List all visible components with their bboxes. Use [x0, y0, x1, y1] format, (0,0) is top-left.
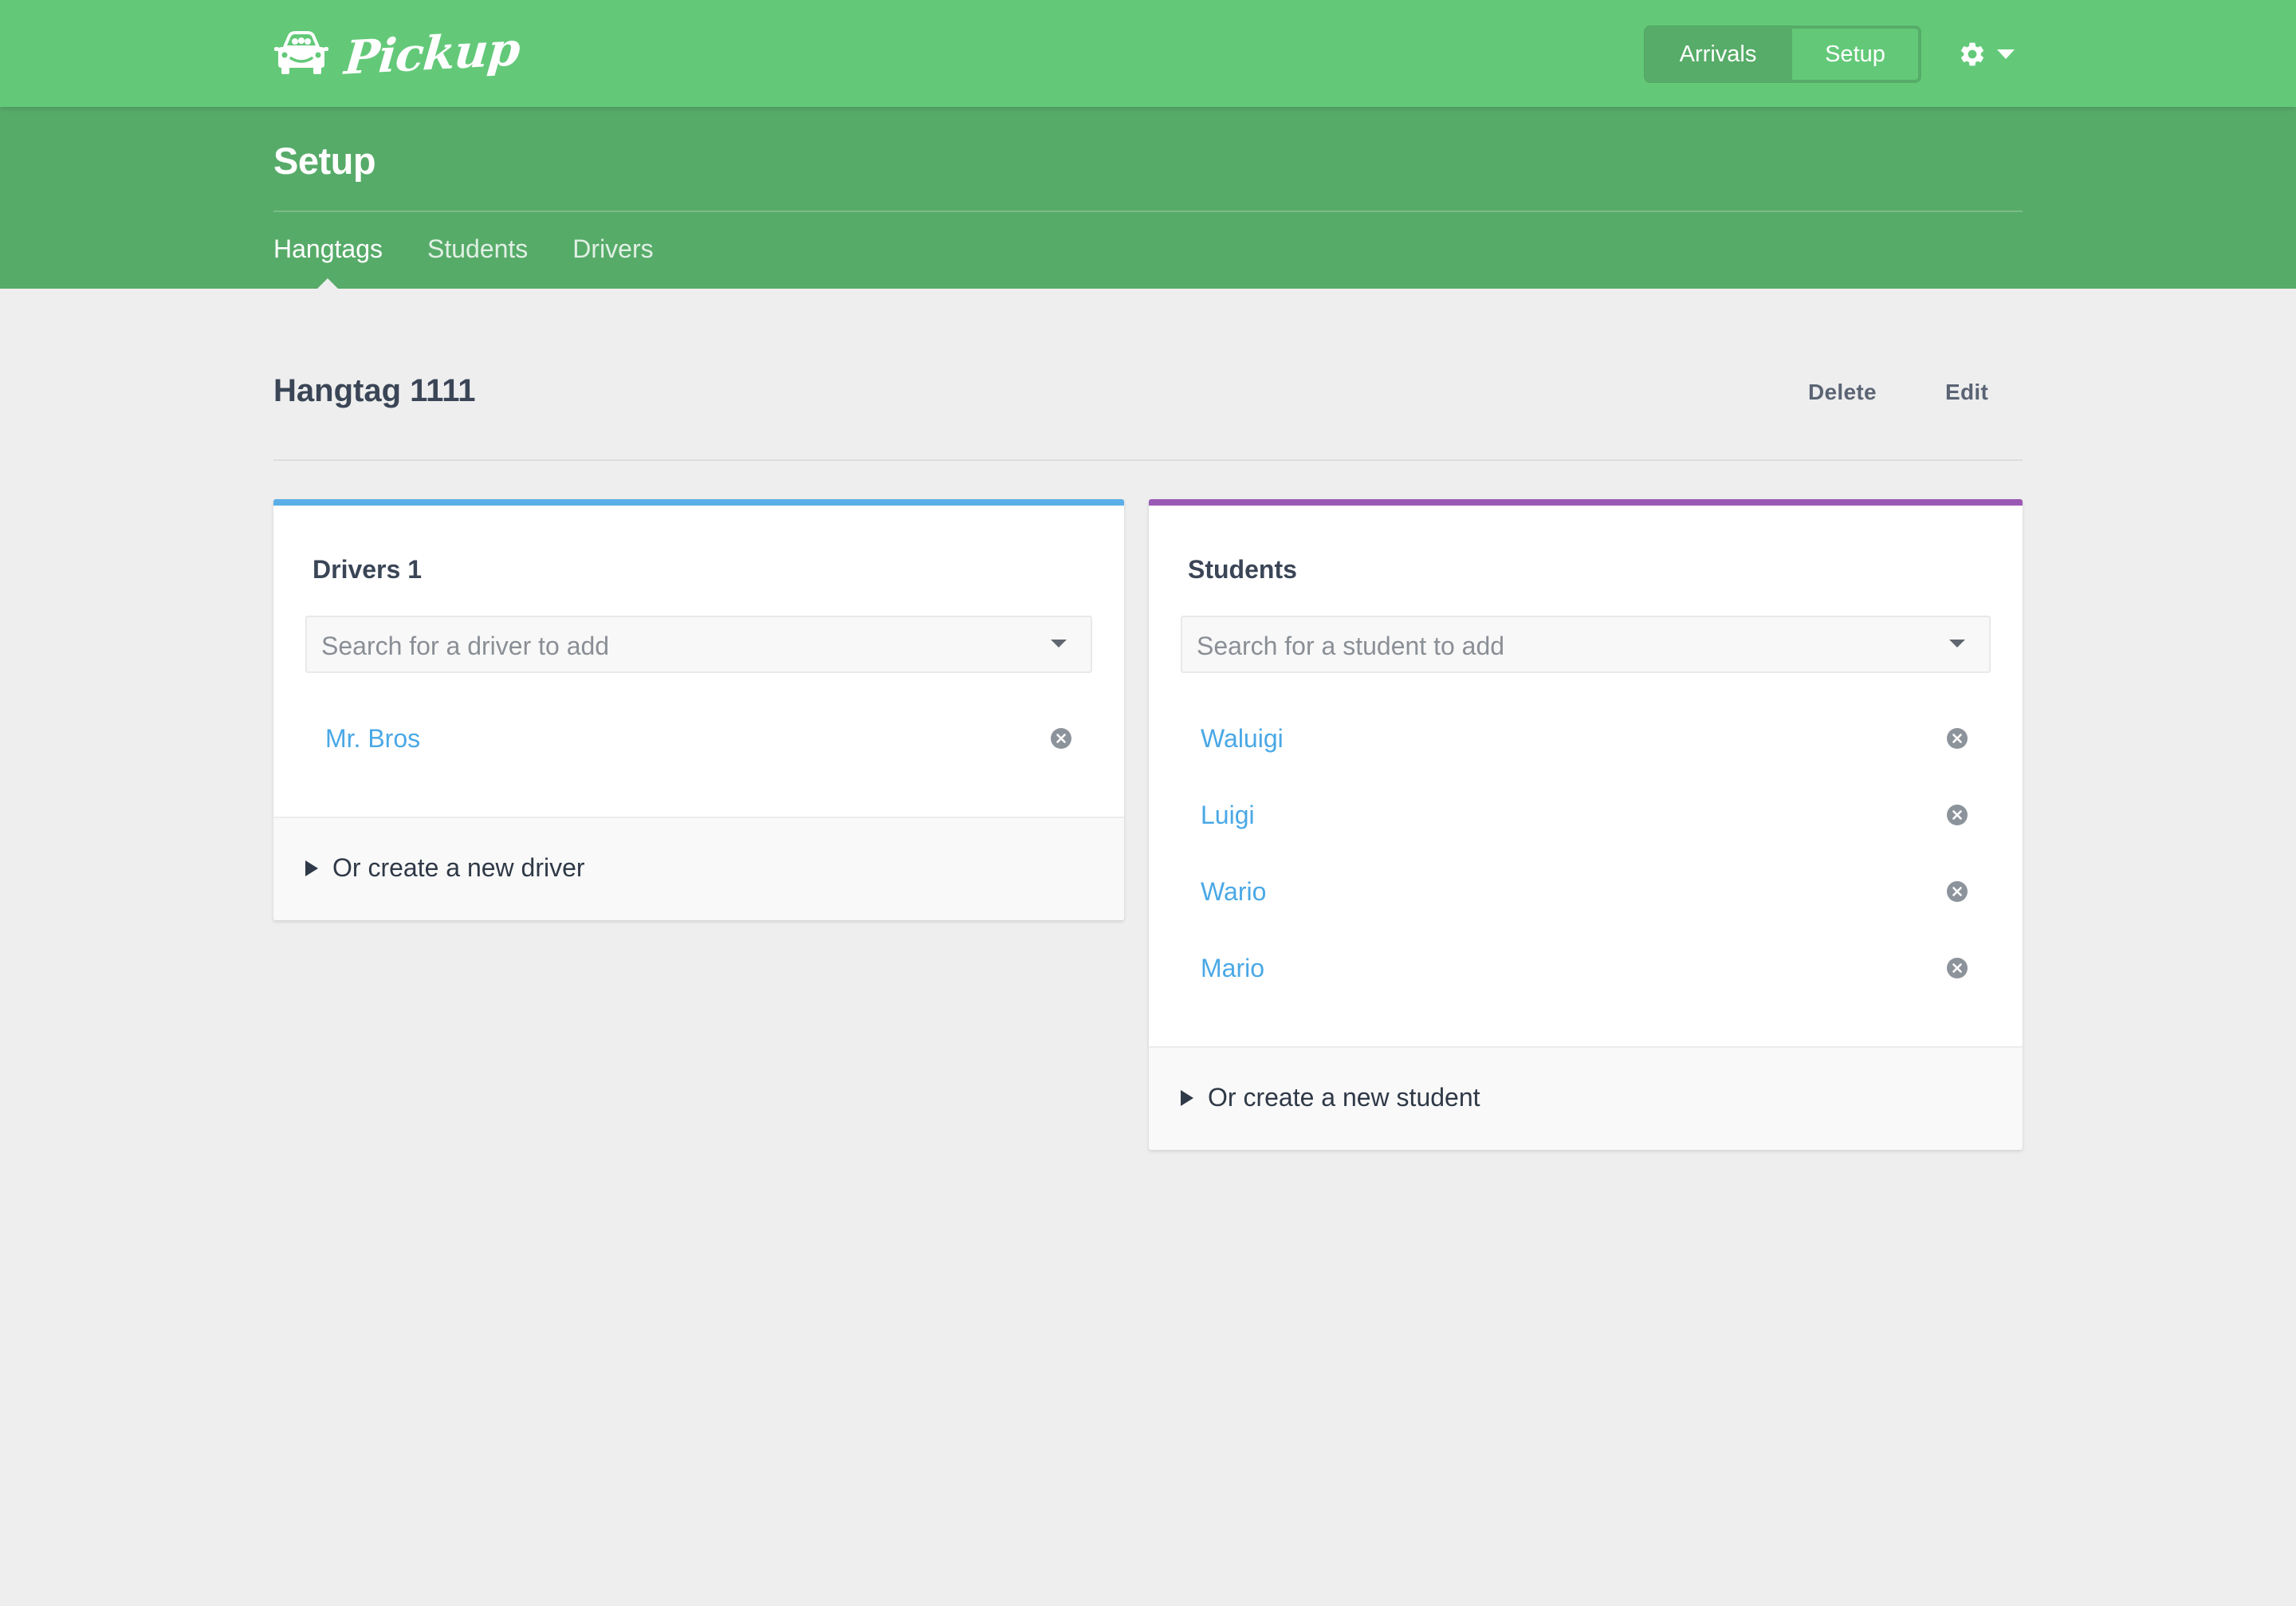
drivers-card: Drivers 1 Search for a driver to add Mr.…	[273, 499, 1124, 920]
student-link[interactable]: Wario	[1201, 876, 1266, 907]
remove-circle-icon[interactable]	[1946, 957, 1968, 979]
drivers-card-footer: Or create a new driver	[273, 817, 1124, 920]
student-list: Waluigi Luigi Wario Mario	[1149, 722, 2023, 1029]
drivers-card-title: Drivers 1	[313, 555, 422, 584]
create-driver-toggle[interactable]: Or create a new driver	[305, 853, 585, 883]
students-card-footer: Or create a new student	[1149, 1046, 2023, 1150]
car-with-passengers-icon	[274, 31, 328, 74]
arrivals-button[interactable]: Arrivals	[1644, 26, 1792, 83]
page-title: Setup	[273, 140, 376, 182]
list-item: Waluigi	[1149, 722, 2023, 799]
student-search-placeholder: Search for a student to add	[1197, 632, 1505, 660]
chevron-down-icon[interactable]	[1949, 640, 1965, 648]
create-student-label: Or create a new student	[1208, 1083, 1480, 1112]
driver-search-placeholder: Search for a driver to add	[321, 632, 610, 660]
header-divider	[273, 211, 2023, 212]
list-item: Luigi	[1149, 799, 2023, 876]
caret-right-icon	[305, 860, 318, 876]
setup-tabs: Hangtags Students Drivers	[273, 234, 654, 289]
student-search-input[interactable]: Search for a student to add	[1181, 616, 1991, 673]
remove-circle-icon[interactable]	[1946, 727, 1968, 750]
tab-drivers[interactable]: Drivers	[572, 234, 653, 289]
logo-wordmark: Pickup	[342, 22, 522, 85]
caret-down-icon	[1997, 49, 2015, 59]
student-link[interactable]: Mario	[1201, 952, 1264, 984]
list-item: Mario	[1149, 952, 2023, 1029]
setup-button[interactable]: Setup	[1792, 26, 1921, 83]
remove-circle-icon[interactable]	[1946, 804, 1968, 826]
delete-button[interactable]: Delete	[1808, 380, 1877, 405]
students-card-title: Students	[1188, 555, 1297, 584]
chevron-down-icon[interactable]	[1051, 640, 1067, 648]
create-student-toggle[interactable]: Or create a new student	[1181, 1083, 1480, 1112]
app-logo[interactable]: Pickup	[273, 22, 522, 85]
student-link[interactable]: Waluigi	[1201, 722, 1284, 754]
list-item: Wario	[1149, 876, 2023, 952]
tab-hangtags[interactable]: Hangtags	[273, 234, 383, 289]
caret-right-icon	[1181, 1089, 1193, 1106]
title-divider	[273, 459, 2023, 461]
student-link[interactable]: Luigi	[1201, 799, 1255, 831]
top-navbar: Pickup Arrivals Setup	[0, 0, 2296, 107]
gear-icon	[1960, 42, 1984, 66]
tab-students[interactable]: Students	[427, 234, 528, 289]
driver-search-input[interactable]: Search for a driver to add	[305, 616, 1092, 673]
remove-circle-icon[interactable]	[1946, 880, 1968, 903]
edit-button[interactable]: Edit	[1945, 380, 1988, 405]
page-header: Setup Hangtags Students Drivers	[0, 107, 2296, 289]
create-driver-label: Or create a new driver	[332, 853, 585, 882]
driver-link[interactable]: Mr. Bros	[325, 722, 420, 754]
remove-circle-icon[interactable]	[1050, 727, 1072, 750]
hangtag-title: Hangtag 1111	[273, 373, 476, 408]
list-item: Mr. Bros	[273, 722, 1124, 799]
students-card: Students Search for a student to add Wal…	[1149, 499, 2023, 1150]
settings-menu-toggle[interactable]	[1958, 35, 2015, 73]
mode-toggle-group: Arrivals Setup	[1644, 26, 1921, 83]
driver-list: Mr. Bros	[273, 722, 1124, 799]
